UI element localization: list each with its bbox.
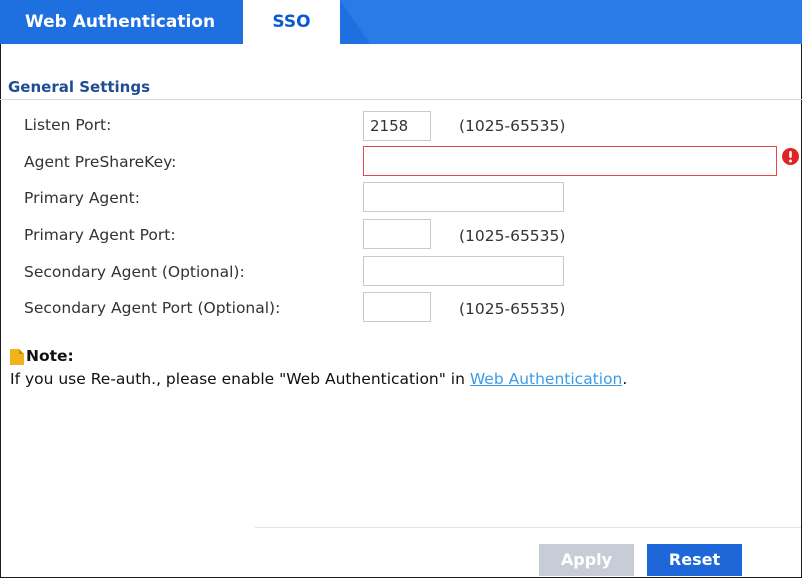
agent-presharekey-input[interactable] xyxy=(363,146,777,176)
apply-button[interactable]: Apply xyxy=(539,544,634,576)
primary-agent-port-range-hint: (1025-65535) xyxy=(459,227,566,245)
tab-bar: Web Authentication SSO xyxy=(0,0,802,44)
secondary-agent-input[interactable] xyxy=(363,256,564,286)
note-text: If you use Re-auth., please enable "Web … xyxy=(10,370,627,388)
note-text-before: If you use Re-auth., please enable "Web … xyxy=(10,370,470,388)
agent-presharekey-label: Agent PreShareKey: xyxy=(24,153,177,171)
primary-agent-label: Primary Agent: xyxy=(24,189,140,207)
note-title: Note: xyxy=(26,347,74,365)
reset-button[interactable]: Reset xyxy=(647,544,742,576)
tab-sso[interactable]: SSO xyxy=(243,0,340,44)
web-authentication-link[interactable]: Web Authentication xyxy=(470,370,623,388)
primary-agent-port-input[interactable] xyxy=(363,219,431,249)
primary-agent-port-label: Primary Agent Port: xyxy=(24,226,176,244)
tab-web-authentication[interactable]: Web Authentication xyxy=(0,0,240,44)
section-divider xyxy=(0,99,802,100)
secondary-agent-port-input[interactable] xyxy=(363,292,431,322)
listen-port-range-hint: (1025-65535) xyxy=(459,117,566,135)
primary-agent-input[interactable] xyxy=(363,182,564,212)
section-title: General Settings xyxy=(8,78,151,96)
secondary-agent-port-label: Secondary Agent Port (Optional): xyxy=(24,299,281,317)
note-text-after: . xyxy=(622,370,628,388)
footer-divider xyxy=(255,527,801,528)
exclamation-circle-icon xyxy=(782,148,799,165)
document-note-icon xyxy=(10,349,24,365)
secondary-agent-port-range-hint: (1025-65535) xyxy=(459,300,566,318)
listen-port-input[interactable] xyxy=(363,111,431,141)
listen-port-label: Listen Port: xyxy=(24,116,112,134)
secondary-agent-label: Secondary Agent (Optional): xyxy=(24,263,245,281)
